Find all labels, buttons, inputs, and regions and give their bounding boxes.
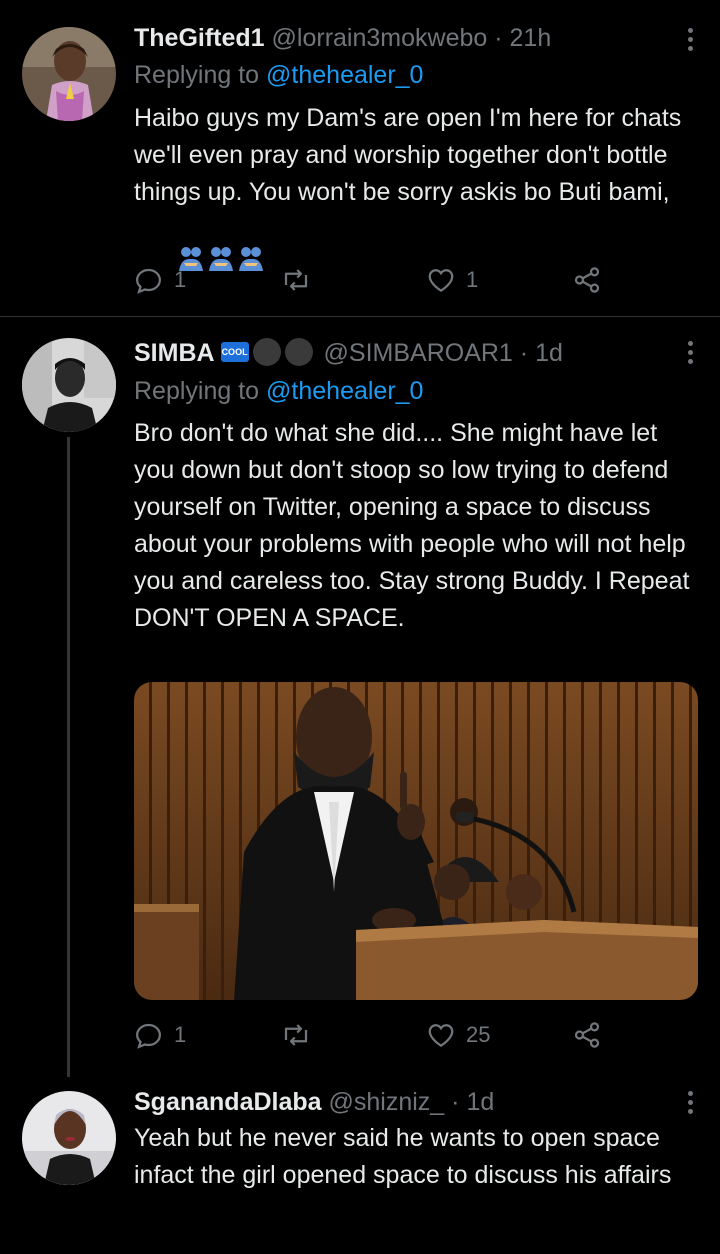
timestamp[interactable]: 1d [535,339,563,367]
retweet-icon [284,269,308,291]
tweet-text: Yeah but he never said he wants to open … [134,1124,672,1189]
tweet-sganandadlaba[interactable]: SganandaDlaba @shizniz_ · 1d Yeah but he… [0,1077,720,1254]
like-button[interactable]: 25 [426,1017,490,1053]
reply-button[interactable]: 1 [134,1017,186,1053]
heart-icon [428,269,454,292]
tweet-image-courtroom[interactable] [134,682,698,1000]
author-name[interactable]: TheGifted1 [134,24,265,52]
more-options-icon[interactable] [688,28,696,55]
tweet-text-content: Haibo guys my Dam's are open I'm here fo… [134,104,689,206]
replying-to: Replying to @thehealer_0 [134,59,423,91]
like-button[interactable]: 1 [426,262,478,298]
share-icon [574,267,600,293]
more-options-icon[interactable] [688,341,696,368]
retweet-icon [284,1024,308,1046]
separator-dot: · [494,24,503,52]
reply-icon [135,268,162,294]
thread-line [67,437,70,1077]
reply-icon [135,1023,162,1049]
avatar-simba[interactable] [22,338,116,432]
tweet-simba[interactable]: SIMBA COOL @SIMBAROAR1 · 1d Replying to @… [0,317,720,1077]
replying-to-handle[interactable]: @thehealer_0 [266,61,423,89]
share-icon [574,1022,600,1048]
timestamp[interactable]: 1d [466,1088,494,1116]
author-handle[interactable]: @lorrain3mokwebo [272,24,488,52]
author-name[interactable]: SganandaDlaba [134,1088,322,1116]
cool-badge-icon: COOL [220,342,249,363]
retweet-button[interactable] [280,1017,312,1053]
avatar-thegifted1[interactable] [22,27,116,121]
author-name[interactable]: SIMBA [134,339,215,367]
tweet-header: SIMBA COOL @SIMBAROAR1 · 1d [134,337,660,369]
black-circle-icon [252,338,281,367]
tweet-actions: 1 1 [134,262,614,298]
tweet-header: TheGifted1 @lorrain3mokwebo · 21h [134,22,660,54]
tweet-thegifted1[interactable]: TheGifted1 @lorrain3mokwebo · 21h Replyi… [0,0,720,315]
like-count: 25 [466,1022,491,1047]
more-options-icon[interactable] [688,1091,696,1118]
tweet-actions: 1 25 [134,1017,614,1053]
reply-button[interactable]: 1 [134,262,186,298]
retweet-button[interactable] [280,262,312,298]
like-count: 1 [466,267,479,292]
timestamp[interactable]: 21h [510,24,552,52]
separator-dot: · [519,339,529,367]
black-circle-icon [284,338,313,367]
replying-to: Replying to @thehealer_0 [134,375,423,407]
replying-label: Replying to [134,61,260,89]
author-handle[interactable]: @shizniz_ [329,1088,445,1116]
reply-count: 1 [174,267,187,292]
share-button[interactable] [572,1017,602,1053]
avatar-sganandadlaba[interactable] [22,1091,116,1185]
tweet-header: SganandaDlaba @shizniz_ · 1d [134,1086,660,1118]
share-button[interactable] [572,262,602,298]
separator-dot: · [451,1088,460,1116]
tweet-text: Bro don't do what she did.... She might … [134,419,697,632]
reply-count: 1 [174,1022,187,1047]
heart-icon [428,1024,454,1047]
author-handle[interactable]: @SIMBAROAR1 [324,339,513,367]
replying-label: Replying to [134,377,260,405]
replying-to-handle[interactable]: @thehealer_0 [266,377,423,405]
